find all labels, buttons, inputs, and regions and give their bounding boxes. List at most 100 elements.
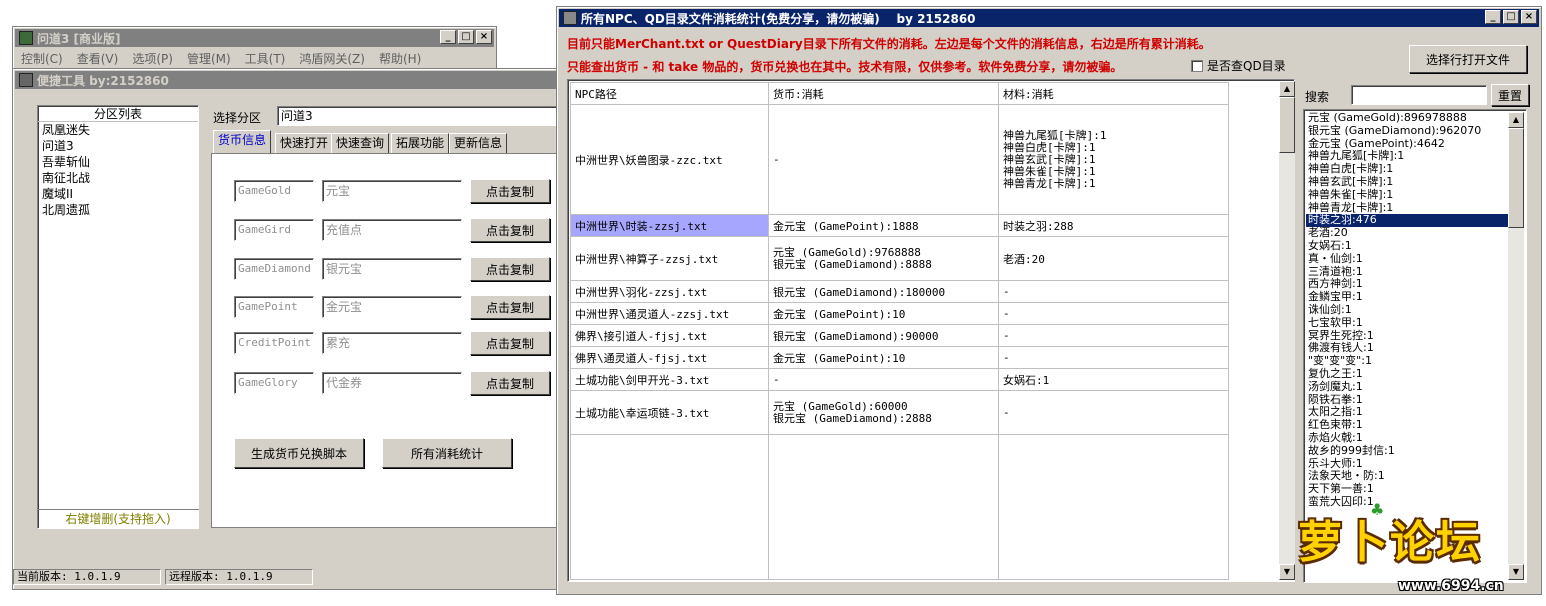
- table-row[interactable]: 中洲世界\妖兽图录-zzc.txt - 神兽九尾狐[卡牌]:1 神兽白虎[卡牌]…: [570, 104, 1229, 215]
- partition-item[interactable]: 北周遗孤: [38, 202, 198, 218]
- tool-window-titlebar[interactable]: 便捷工具 by:2152860: [15, 71, 559, 89]
- summary-item[interactable]: 赤焰火戟:1: [1306, 431, 1508, 445]
- copy-button[interactable]: 点击复制: [470, 218, 550, 242]
- generate-script-button[interactable]: 生成货币兑换脚本: [234, 438, 364, 468]
- summary-item[interactable]: 天下第一善:1: [1306, 482, 1508, 496]
- partition-item[interactable]: 吾辈斩仙: [38, 154, 198, 170]
- summary-item[interactable]: 银元宝 (GameDiamond):962070: [1306, 124, 1508, 138]
- qd-checkbox-group[interactable]: 是否查QD目录: [1191, 57, 1286, 74]
- open-file-button[interactable]: 选择行打开文件: [1409, 45, 1527, 73]
- cell-material: 老酒:20: [998, 236, 1229, 281]
- notice-line-1: 目前只能MerChant.txt or QuestDiary目录下所有文件的消耗…: [567, 37, 1211, 51]
- tab-quick-open[interactable]: 快速打开: [275, 133, 334, 153]
- currency-name-field[interactable]: 代金券: [322, 372, 462, 394]
- currency-name-field[interactable]: 充值点: [322, 219, 462, 241]
- summary-item[interactable]: 真・仙剑:1: [1306, 252, 1508, 266]
- close-button[interactable]: ×: [1521, 10, 1537, 24]
- currency-name-field[interactable]: 累充: [322, 332, 462, 354]
- table-row[interactable]: 中洲世界\神算子-zzsj.txt 元宝 (GameGold):9768888 …: [570, 236, 1229, 281]
- table-row[interactable]: 中洲世界\通灵道人-zzsj.txt 金元宝 (GamePoint):10 -: [570, 302, 1229, 325]
- currency-name-field[interactable]: 金元宝: [322, 296, 462, 318]
- table-row[interactable]: 佛界\通灵道人-fjsj.txt 金元宝 (GamePoint):10 -: [570, 346, 1229, 369]
- maximize-button[interactable]: □: [458, 30, 474, 44]
- scroll-down-arrow[interactable]: ▼: [1279, 564, 1295, 580]
- cell-path: 佛界\通灵道人-fjsj.txt: [570, 346, 769, 369]
- close-button[interactable]: ×: [476, 30, 492, 44]
- menu-view[interactable]: 查看(V): [77, 50, 119, 67]
- tab-currency-info[interactable]: 货币信息: [213, 130, 272, 153]
- menu-manage[interactable]: 管理(M): [187, 50, 231, 67]
- table-row[interactable]: 土城功能\幸运项链-3.txt 元宝 (GameGold):60000 银元宝 …: [570, 390, 1229, 435]
- empty-cell: [570, 434, 769, 580]
- qd-checkbox-label: 是否查QD目录: [1207, 59, 1286, 73]
- tab-quick-query[interactable]: 快速查询: [331, 133, 390, 153]
- summary-item[interactable]: 女娲石:1: [1306, 239, 1508, 253]
- currency-tab-panel: GameGold 元宝 点击复制 GameGird 充值点 点击复制 GameD…: [211, 153, 561, 528]
- table-row[interactable]: 土城功能\剑甲开光-3.txt - 女娲石:1: [570, 368, 1229, 391]
- currency-code-field[interactable]: GameGird: [234, 219, 314, 241]
- menu-gateway[interactable]: 鸿盾网关(Z): [299, 50, 365, 67]
- column-header-material[interactable]: 材料:消耗: [998, 82, 1229, 105]
- summary-item[interactable]: 七宝软甲:1: [1306, 316, 1508, 330]
- summary-item[interactable]: 神兽玄武[卡牌]:1: [1306, 175, 1508, 189]
- menu-control[interactable]: 控制(C): [21, 50, 63, 67]
- scroll-up-arrow[interactable]: ▲: [1508, 112, 1524, 128]
- tab-extensions[interactable]: 拓展功能: [391, 133, 450, 153]
- summary-item[interactable]: 红色束带:1: [1306, 418, 1508, 432]
- minimize-button[interactable]: _: [440, 30, 456, 44]
- cell-currency: 元宝 (GameGold):9768888 银元宝 (GameDiamond):…: [768, 236, 999, 281]
- stats-window-titlebar[interactable]: 所有NPC、QD目录文件消耗统计(免费分享，请勿被骗) by 2152860 _…: [559, 9, 1539, 27]
- scroll-thumb[interactable]: [1508, 128, 1524, 228]
- search-label: 搜索: [1305, 90, 1330, 104]
- stats-window-title: 所有NPC、QD目录文件消耗统计(免费分享，请勿被骗) by 2152860: [581, 11, 976, 26]
- tab-updates[interactable]: 更新信息: [449, 133, 508, 153]
- currency-code-field[interactable]: CreditPoint: [234, 332, 314, 354]
- main-window-titlebar[interactable]: 问道3 [商业版] _ □ ×: [15, 29, 494, 47]
- summary-item[interactable]: 故乡的999封信:1: [1306, 444, 1508, 458]
- table-scrollbar[interactable]: ▲ ▼: [1279, 81, 1295, 580]
- copy-button[interactable]: 点击复制: [470, 257, 550, 281]
- currency-code-field[interactable]: GameDiamond: [234, 258, 314, 280]
- currency-code-field[interactable]: GamePoint: [234, 296, 314, 318]
- cell-currency: -: [768, 368, 999, 391]
- partition-list[interactable]: 分区列表 凤凰迷失 问道3 吾辈斩仙 南征北战 魔域II 北周遗孤: [37, 105, 199, 529]
- partition-item[interactable]: 南征北战: [38, 170, 198, 186]
- summary-item[interactable]: 汤剑魔丸:1: [1306, 380, 1508, 394]
- summary-item[interactable]: 元宝 (GameGold):896978888: [1306, 111, 1508, 125]
- table-row[interactable]: 中洲世界\羽化-zzsj.txt 银元宝 (GameDiamond):18000…: [570, 280, 1229, 303]
- column-header-currency[interactable]: 货币:消耗: [768, 82, 999, 105]
- copy-button[interactable]: 点击复制: [470, 371, 550, 395]
- copy-button[interactable]: 点击复制: [470, 295, 550, 319]
- cell-material: 女娲石:1: [998, 368, 1229, 391]
- currency-name-field[interactable]: 元宝: [322, 180, 462, 202]
- qd-checkbox[interactable]: [1191, 59, 1203, 72]
- menu-tools[interactable]: 工具(T): [245, 50, 286, 67]
- copy-button[interactable]: 点击复制: [470, 331, 550, 355]
- copy-button[interactable]: 点击复制: [470, 179, 550, 203]
- app-icon: [563, 11, 577, 25]
- summary-item[interactable]: 诛仙剑:1: [1306, 303, 1508, 317]
- menu-help[interactable]: 帮助(H): [379, 50, 421, 67]
- reset-button[interactable]: 重置: [1491, 84, 1529, 106]
- scroll-up-arrow[interactable]: ▲: [1279, 81, 1295, 97]
- menu-options[interactable]: 选项(P): [132, 50, 173, 67]
- summary-item[interactable]: 神兽朱雀[卡牌]:1: [1306, 188, 1508, 202]
- scroll-thumb[interactable]: [1279, 97, 1295, 153]
- all-stats-button[interactable]: 所有消耗统计: [382, 438, 512, 468]
- main-window-title: 问道3 [商业版]: [37, 31, 121, 46]
- currency-code-field[interactable]: GameGlory: [234, 372, 314, 394]
- search-input[interactable]: [1351, 85, 1487, 105]
- maximize-button[interactable]: □: [1503, 10, 1519, 24]
- partition-item[interactable]: 魔域II: [38, 186, 198, 202]
- partition-item[interactable]: 凤凰迷失: [38, 122, 198, 138]
- cell-currency: -: [768, 104, 999, 215]
- currency-name-field[interactable]: 银元宝: [322, 258, 462, 280]
- summary-item[interactable]: 复仇之王:1: [1306, 367, 1508, 381]
- select-partition-input[interactable]: 问道3: [277, 106, 557, 126]
- table-row[interactable]: 中洲世界\时装-zzsj.txt 金元宝 (GamePoint):1888 时装…: [570, 214, 1229, 237]
- currency-code-field[interactable]: GameGold: [234, 180, 314, 202]
- partition-item[interactable]: 问道3: [38, 138, 198, 154]
- column-header-path[interactable]: NPC路径: [570, 82, 769, 105]
- minimize-button[interactable]: _: [1485, 10, 1501, 24]
- table-row[interactable]: 佛界\接引道人-fjsj.txt 银元宝 (GameDiamond):90000…: [570, 324, 1229, 347]
